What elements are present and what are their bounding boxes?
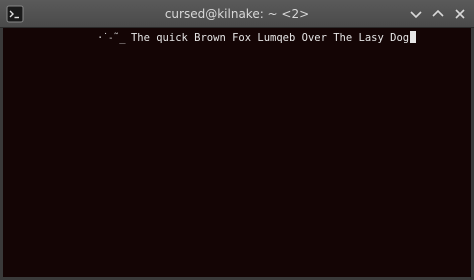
maximize-button[interactable] [430, 6, 446, 22]
terminal-output-area[interactable]: ·˙˗˜̲ The quick Brown Fox Lumqeb Over Th… [3, 28, 471, 277]
chevron-up-icon [432, 9, 444, 17]
terminal-window: cursed@kilnake: ~ <2> ·˙˗˜̲ The quick Br… [0, 0, 474, 280]
terminal-app-icon[interactable] [6, 5, 24, 23]
title-bar[interactable]: cursed@kilnake: ~ <2> [0, 0, 474, 28]
close-icon [455, 9, 465, 19]
prompt-glyph: ·˙˗˜̲ [97, 32, 126, 44]
window-border-left [0, 28, 3, 280]
terminal-line: ·˙˗˜̲ The quick Brown Fox Lumqeb Over Th… [97, 31, 417, 46]
minimize-button[interactable] [408, 6, 424, 22]
chevron-down-icon [410, 11, 422, 19]
terminal-output-text: The quick Brown Fox Lumqeb Over The Lasy… [130, 32, 410, 44]
close-button[interactable] [452, 6, 468, 22]
window-title: cursed@kilnake: ~ <2> [164, 7, 310, 21]
text-cursor [410, 31, 417, 43]
